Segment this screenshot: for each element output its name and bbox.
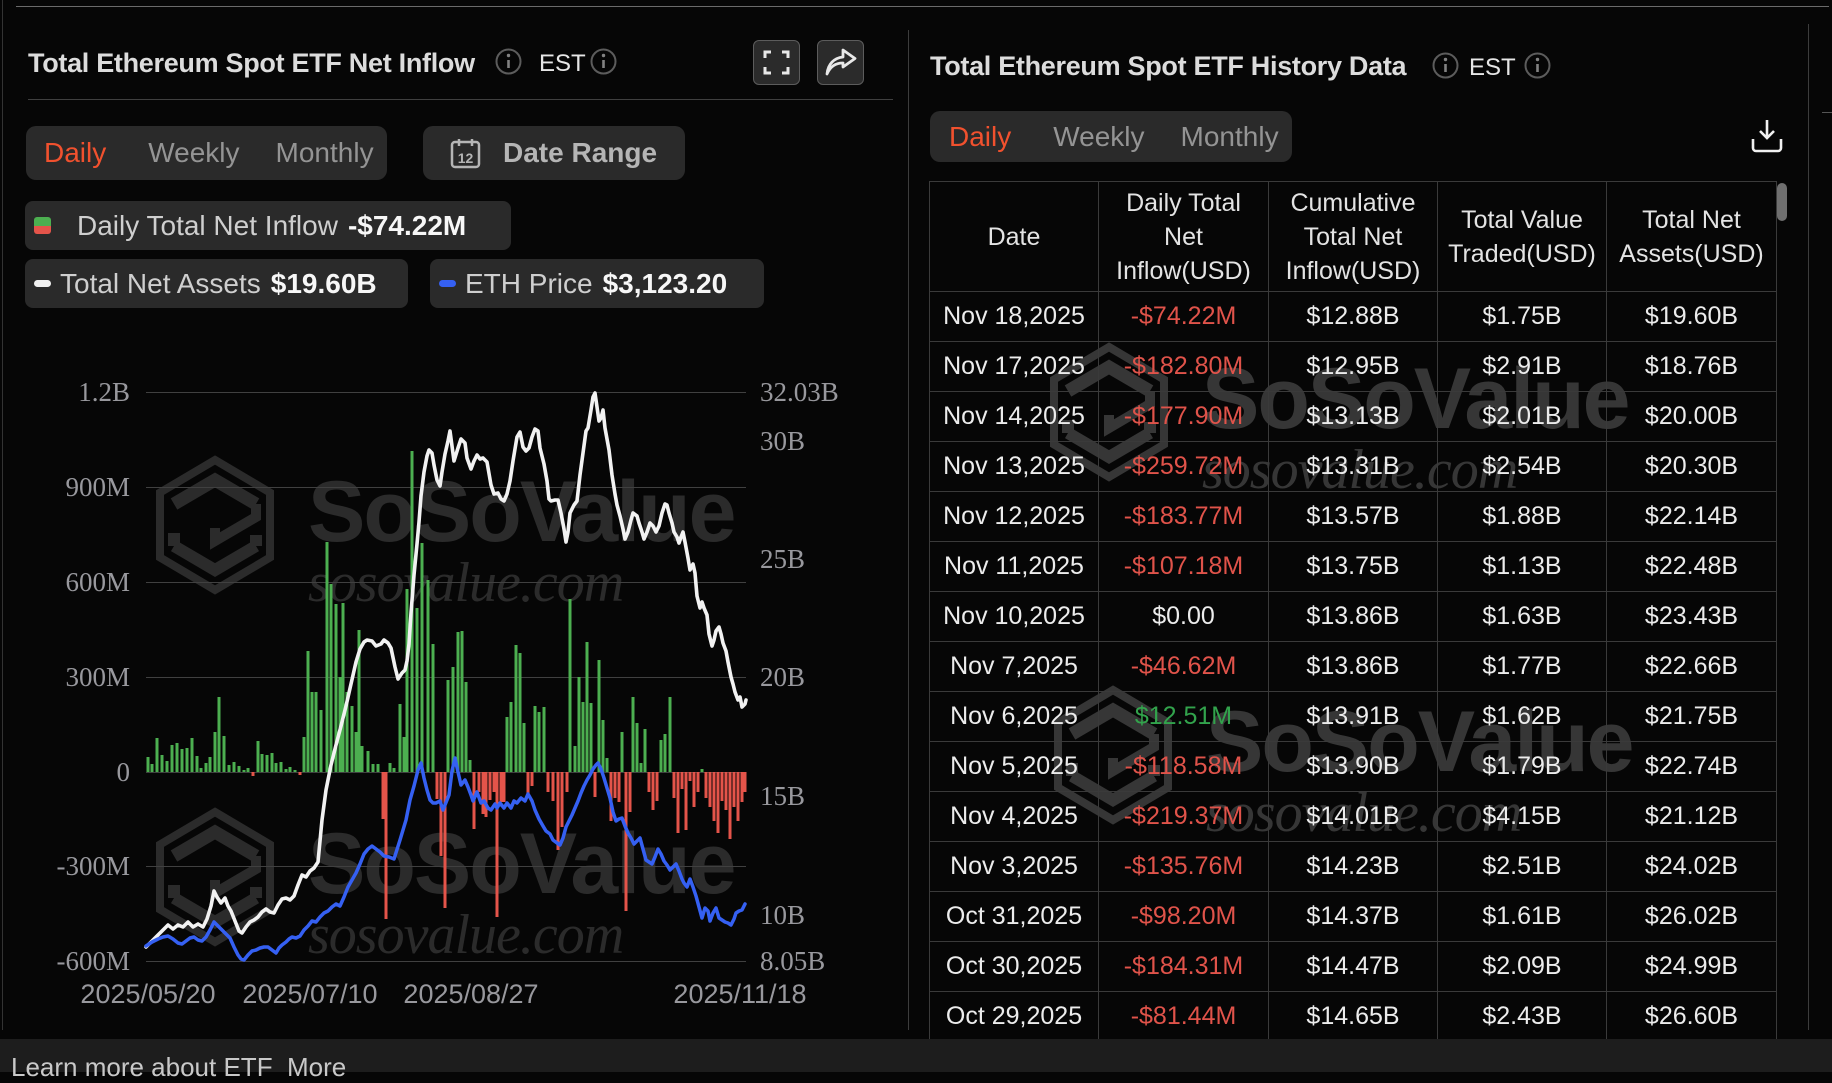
- svg-text:2025/07/10: 2025/07/10: [242, 979, 377, 1009]
- svg-text:300M: 300M: [65, 662, 130, 692]
- svg-text:0: 0: [117, 757, 131, 787]
- svg-text:600M: 600M: [65, 567, 130, 597]
- svg-text:20B: 20B: [760, 662, 805, 692]
- svg-text:900M: 900M: [65, 472, 130, 502]
- svg-text:10B: 10B: [760, 900, 805, 930]
- svg-text:sosovalue.com: sosovalue.com: [308, 904, 623, 966]
- svg-text:-300M: -300M: [57, 851, 131, 881]
- svg-text:15B: 15B: [760, 781, 805, 811]
- svg-text:1.2B: 1.2B: [78, 377, 130, 407]
- svg-text:32.03B: 32.03B: [760, 377, 839, 407]
- svg-text:-600M: -600M: [57, 946, 131, 976]
- svg-text:SoSoValue: SoSoValue: [308, 816, 735, 912]
- svg-text:25B: 25B: [760, 544, 805, 574]
- svg-text:30B: 30B: [760, 426, 805, 456]
- svg-text:2025/05/20: 2025/05/20: [80, 979, 215, 1009]
- svg-text:8.05B: 8.05B: [760, 946, 825, 976]
- svg-text:2025/08/27: 2025/08/27: [403, 979, 538, 1009]
- svg-text:2025/11/18: 2025/11/18: [673, 979, 806, 1009]
